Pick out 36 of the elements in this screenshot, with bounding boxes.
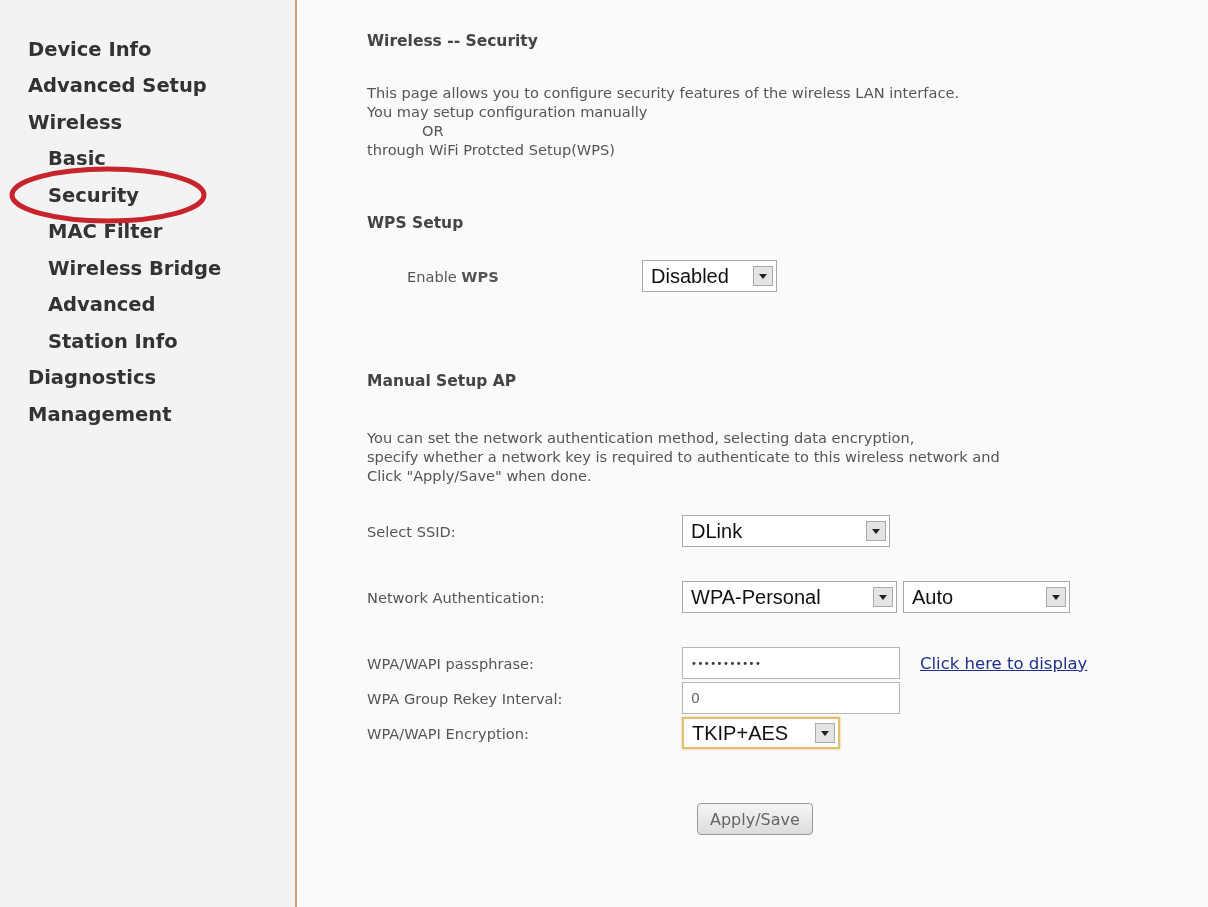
intro-text: This page allows you to configure security features of the wireless LAN interface. (367, 83, 961, 102)
nav-link[interactable]: Basic (48, 147, 106, 171)
intro-text: through WiFi Protcted Setup(WPS) (367, 140, 617, 159)
page-title: Wireless -- Security (367, 32, 539, 50)
nav-link[interactable]: Management (28, 402, 172, 426)
dropdown[interactable]: Auto (903, 581, 1070, 613)
dropdown[interactable]: DLink (682, 515, 890, 547)
field-label: Select SSID: (367, 522, 457, 540)
nav-link[interactable]: Diagnostics (28, 366, 157, 390)
nav-link[interactable]: Security (48, 183, 140, 207)
field-label: WPA/WAPI Encryption: (367, 724, 530, 742)
description-text: You can set the network authentication method, selecting data encryption, (367, 428, 916, 447)
wps-select[interactable]: Disabled (642, 260, 777, 292)
display-link[interactable]: Click here to display (920, 653, 1088, 673)
nav-link[interactable]: Advanced (48, 293, 156, 317)
intro-text: You may setup configuration manually (367, 102, 649, 121)
section-title: WPS Setup (367, 214, 465, 232)
field-label: Network Authentication: (367, 588, 546, 606)
dropdown[interactable]: TKIP+AES (682, 717, 840, 749)
nav-link[interactable]: MAC Filter (48, 220, 163, 244)
dropdown[interactable]: WPA-Personal (682, 581, 897, 613)
description-text: specify whether a network key is required to authenticate to this wireless network and (367, 447, 1001, 466)
section-title: Manual Setup AP (367, 372, 518, 390)
intro-text: OR (421, 121, 445, 140)
input-field[interactable]: 0 (682, 682, 900, 714)
nav-link[interactable]: Wireless Bridge (48, 256, 222, 280)
nav-link[interactable]: Station Info (48, 329, 178, 353)
field-label: Enable WPS (406, 267, 500, 285)
field-label: WPA Group Rekey Interval: (367, 689, 564, 707)
apply-save-button[interactable]: Apply/Save (697, 803, 813, 835)
nav-link[interactable]: Device Info (28, 37, 152, 61)
nav-link[interactable]: Wireless (28, 110, 123, 134)
description-text: Click "Apply/Save" when done. (367, 466, 593, 485)
field-label: WPA/WAPI passphrase: (367, 654, 535, 672)
password-field[interactable]: ••••••••••• (682, 647, 900, 679)
nav-link[interactable]: Advanced Setup (28, 74, 207, 98)
